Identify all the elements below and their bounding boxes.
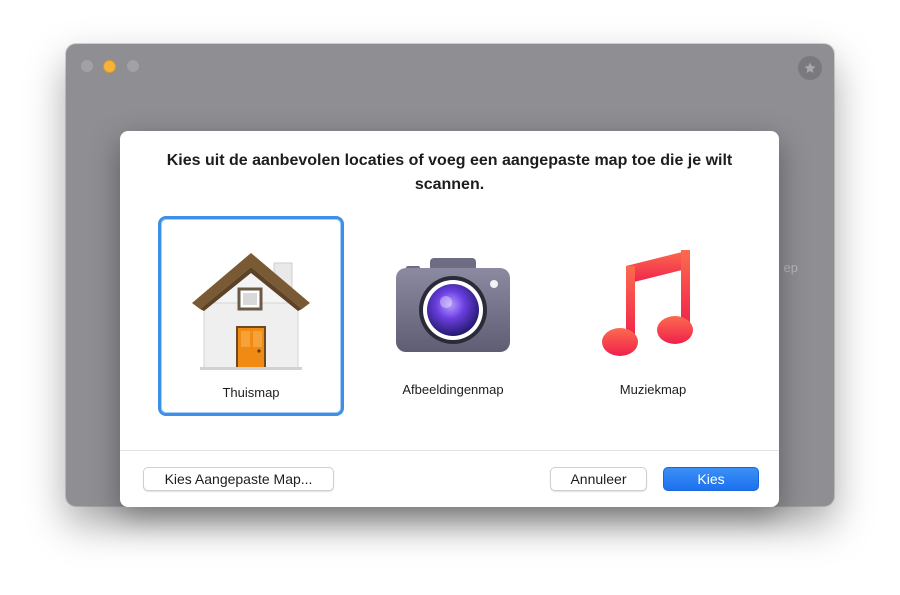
home-folder-icon [186,241,316,376]
close-window-button[interactable] [81,60,93,72]
minimize-window-button[interactable] [103,60,116,73]
background-text: ep [783,260,798,275]
window-titlebar [66,44,834,90]
choose-button[interactable]: Kies [663,467,759,491]
location-home-folder[interactable]: Thuismap [158,216,344,416]
music-note-icon [588,238,718,373]
zoom-window-button[interactable] [127,60,139,72]
location-label-music: Muziekmap [619,382,687,397]
scan-location-dialog: Kies uit de aanbevolen locaties of voeg … [120,131,779,507]
star-icon [804,62,816,73]
location-music-folder[interactable]: Muziekmap [560,216,746,416]
favorite-button[interactable] [798,56,822,80]
choose-custom-folder-button[interactable]: Kies Aangepaste Map... [143,467,334,491]
screen: ep Kies uit de aanbevolen locaties of vo… [0,0,900,595]
dialog-title: Kies uit de aanbevolen locaties of voeg … [166,152,733,193]
cancel-button[interactable]: Annuleer [550,467,647,491]
location-label-home: Thuismap [222,385,280,400]
camera-icon [388,238,518,373]
dialog-divider [120,450,779,451]
location-pictures-folder[interactable]: Afbeeldingenmap [360,216,546,416]
location-label-pictures: Afbeeldingenmap [402,382,504,397]
